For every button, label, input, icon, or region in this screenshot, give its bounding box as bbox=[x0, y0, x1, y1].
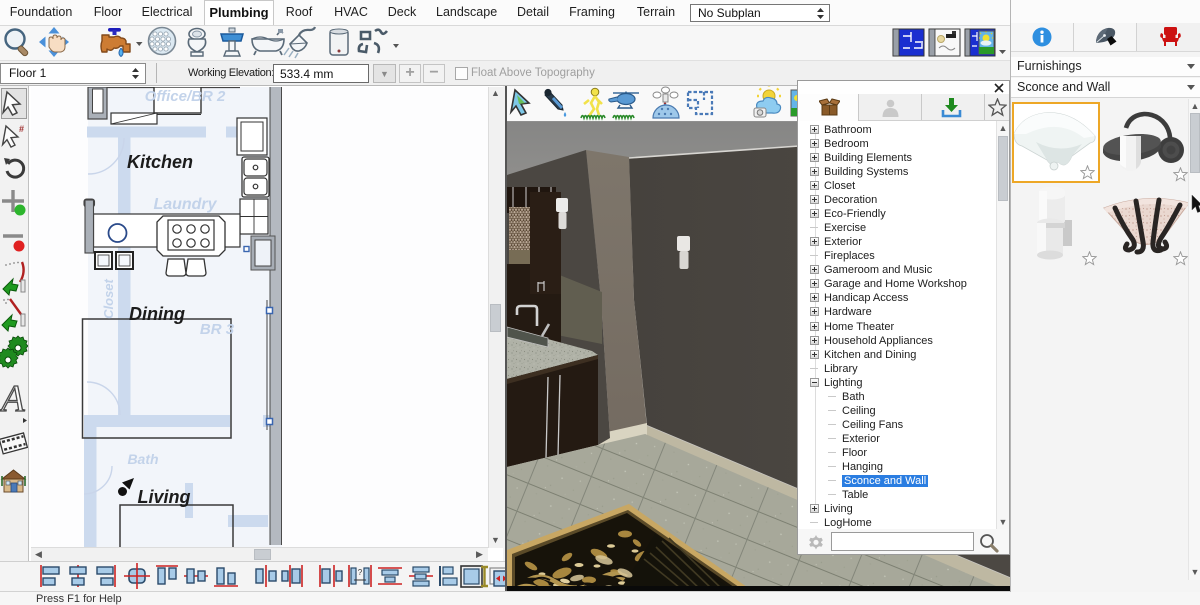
svg-text:?: ? bbox=[358, 568, 363, 577]
svg-text:Dining: Dining bbox=[129, 304, 185, 324]
svg-text:Office/BR 2: Office/BR 2 bbox=[145, 88, 226, 105]
svg-text:Kitchen: Kitchen bbox=[127, 152, 193, 172]
svg-text:#: # bbox=[19, 124, 24, 134]
svg-text:Living: Living bbox=[138, 487, 191, 507]
svg-text:BR 3: BR 3 bbox=[200, 321, 235, 338]
svg-text:A: A bbox=[0, 378, 25, 420]
svg-text:Laundry: Laundry bbox=[153, 196, 217, 213]
svg-text:Bath: Bath bbox=[127, 451, 158, 467]
svg-text:Closet: Closet bbox=[101, 278, 116, 318]
